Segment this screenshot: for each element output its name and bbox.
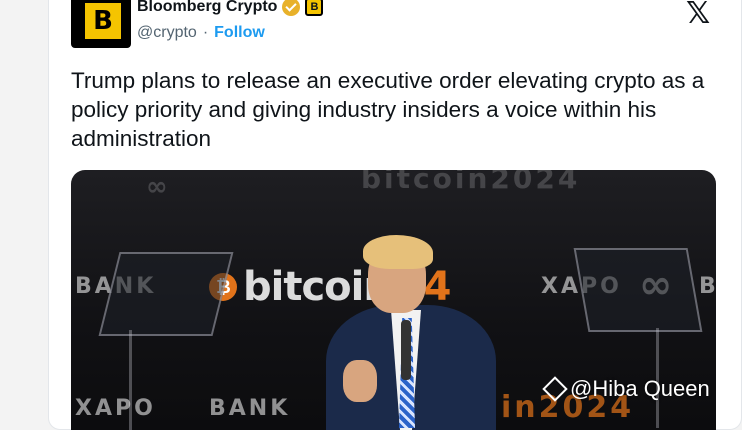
account-name[interactable]: Bloomberg Crypto [137,0,277,16]
teleprompter-right [573,248,703,332]
backdrop-right-tail: B [699,274,716,299]
account-handle[interactable]: @crypto [137,24,197,42]
microphone [401,320,411,380]
verified-check-icon [282,0,301,16]
speaker-hair [363,235,433,269]
avatar[interactable]: B [71,0,131,48]
watermark: @Hiba Queen [542,376,710,402]
account-name-row[interactable]: Bloomberg Crypto B [137,0,324,16]
binance-diamond-icon [542,376,568,402]
speaker-hand [343,360,377,402]
tweet-text: Trump plans to release an executive orde… [71,68,705,151]
backdrop-top-text: bitcoin2024 [361,170,581,195]
separator: · [202,24,209,41]
handle-row: @crypto · Follow [137,24,265,42]
follow-button[interactable]: Follow [214,24,265,42]
x-logo-icon[interactable]: 𝕏 [686,0,710,31]
backdrop-bank-bottom: BANK [209,396,291,421]
watermark-text: @Hiba Queen [570,376,710,401]
backdrop-xapo-bottom: XAPO [75,396,156,421]
avatar-letter: B [85,3,121,39]
teleprompter-left [98,252,234,336]
backdrop-logo-top: ∞ [146,172,171,202]
affiliate-badge-icon[interactable]: B [305,0,324,16]
